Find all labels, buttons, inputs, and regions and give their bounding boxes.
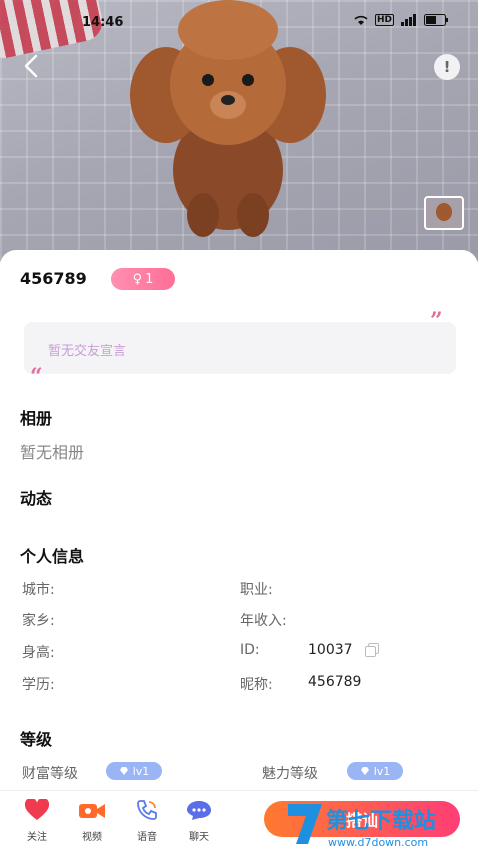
age-value: 1 — [145, 271, 154, 287]
moments-title[interactable]: 动态 — [20, 485, 52, 509]
gender-age-badge: ♀ 1 — [111, 268, 175, 290]
heart-icon — [24, 797, 50, 820]
status-icons: HD — [353, 14, 448, 26]
charm-level-value: lv1 — [373, 764, 391, 778]
tab-chat-label: 聊天 — [189, 832, 209, 843]
personal-info-title: 个人信息 — [20, 547, 85, 566]
wealth-level-badge: lv1 — [106, 762, 162, 780]
tab-voice[interactable]: 语音 — [127, 799, 167, 843]
copy-icon[interactable] — [364, 642, 380, 658]
tab-chat[interactable]: 聊天 — [179, 799, 219, 843]
tab-video-label: 视频 — [82, 832, 102, 843]
female-icon: ♀ — [132, 271, 143, 287]
education-label: 学历: — [22, 677, 55, 693]
hometown-label: 家乡: — [22, 613, 55, 629]
thumbnail-image — [436, 203, 452, 221]
id-value: 10037 — [308, 642, 353, 658]
wealth-level-value: lv1 — [132, 764, 150, 778]
city-label: 城市: — [22, 582, 55, 598]
album-title: 相册 — [20, 409, 53, 428]
charm-level-label: 魅力等级 — [262, 766, 318, 782]
back-arrow-icon[interactable] — [18, 52, 46, 80]
occupation-label: 职业: — [240, 582, 273, 598]
open-quote-icon: “ — [30, 364, 43, 390]
battery-icon — [424, 14, 448, 26]
album-empty-text: 暂无相册 — [20, 443, 85, 462]
diamond-icon — [119, 767, 128, 775]
id-label: ID: — [240, 642, 260, 658]
chat-bubble-icon — [187, 801, 211, 820]
tab-follow-label: 关注 — [27, 832, 47, 843]
site-watermark: 第七下载站 www.d7down.com — [288, 804, 436, 849]
tab-follow[interactable]: 关注 — [17, 797, 57, 843]
charm-level-badge: lv1 — [347, 762, 403, 780]
tab-voice-label: 语音 — [137, 832, 157, 843]
profile-sheet: 456789 ♀ 1 暂无交友宣言 ” “ 相册 暂无相册 动态 个人信息 城市… — [0, 250, 478, 850]
wifi-icon — [354, 15, 368, 25]
income-label: 年收入: — [240, 613, 287, 629]
profile-photo[interactable]: 14:46 HD ! — [0, 0, 478, 262]
photo-thumbnail[interactable] — [424, 196, 464, 230]
level-title: 等级 — [20, 730, 53, 749]
motto-box: 暂无交友宣言 — [24, 322, 456, 374]
nickname-label: 昵称: — [240, 677, 273, 693]
phone-icon — [137, 800, 157, 820]
motto-text: 暂无交友宣言 — [48, 344, 127, 359]
signal-icon — [401, 14, 416, 26]
watermark-text: 第七下载站 — [326, 808, 436, 834]
nickname: 456789 — [20, 269, 87, 288]
report-icon[interactable]: ! — [434, 54, 460, 80]
height-label: 身高: — [22, 645, 55, 661]
close-quote-icon: ” — [430, 308, 443, 334]
wealth-level-label: 财富等级 — [22, 766, 78, 782]
diamond-icon — [360, 767, 369, 775]
status-bar: 14:46 HD — [0, 0, 478, 44]
status-time: 14:46 — [82, 15, 124, 30]
network-type-label: HD — [374, 14, 394, 26]
video-camera-icon — [79, 804, 105, 818]
tab-video[interactable]: 视频 — [72, 799, 112, 843]
watermark-url: www.d7down.com — [328, 836, 428, 849]
nickname-value: 456789 — [308, 674, 362, 690]
